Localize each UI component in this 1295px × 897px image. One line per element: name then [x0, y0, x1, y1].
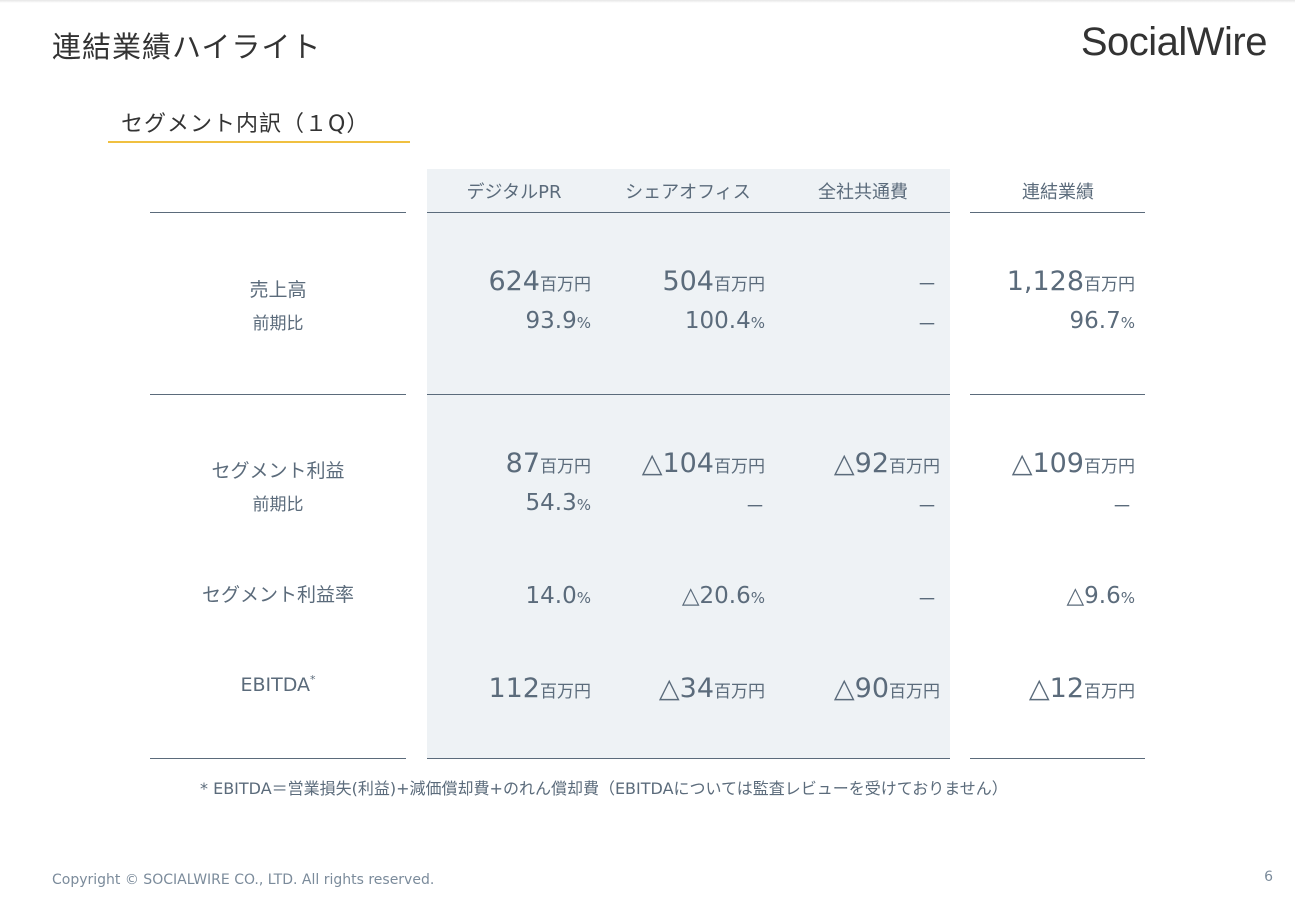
profit-yoy-digital-pr: 54.3% — [525, 490, 591, 516]
page-title: 連結業績ハイライト — [52, 30, 322, 64]
company-logo: SocialWire — [1080, 20, 1268, 64]
sales-yoy-consolidated: 96.7% — [1069, 308, 1135, 334]
copyright-text: Copyright © SOCIALWIRE CO., LTD. All rig… — [52, 872, 435, 888]
table-rule — [150, 212, 406, 213]
top-divider — [0, 0, 1295, 3]
margin-digital-pr: 14.0% — [525, 583, 591, 609]
table-rule — [427, 394, 950, 395]
table-rule — [970, 758, 1145, 759]
table-rule — [970, 212, 1145, 213]
ebitda-digital-pr: 112百万円 — [488, 673, 591, 704]
profit-digital-pr: 87百万円 — [505, 448, 591, 479]
table-rule — [150, 394, 406, 395]
margin-share-office: △20.6% — [681, 583, 765, 609]
column-header-consolidated: 連結業績 — [1022, 182, 1094, 203]
column-header-share-office: シェアオフィス — [625, 182, 751, 203]
table-rule — [427, 212, 950, 213]
profit-yoy-consolidated: － — [1112, 494, 1132, 518]
table-rule — [427, 758, 950, 759]
ebitda-consolidated: △12百万円 — [1028, 673, 1135, 704]
ebitda-footnote: * EBITDA＝営業損失(利益)+減価償却費+のれん償却費（EBITDAについ… — [200, 779, 1008, 798]
column-header-corporate-cost: 全社共通費 — [818, 182, 908, 203]
sales-yoy-digital-pr: 93.9% — [525, 308, 591, 334]
column-header-digital-pr: デジタルPR — [466, 182, 562, 203]
row-sublabel-yoy: 前期比 — [252, 314, 304, 334]
row-sublabel-yoy: 前期比 — [252, 495, 304, 515]
margin-consolidated: △9.6% — [1066, 583, 1135, 609]
sales-digital-pr: 624百万円 — [488, 266, 591, 297]
page-number: 6 — [1264, 869, 1273, 885]
margin-corporate-cost: － — [917, 587, 937, 611]
sales-corporate-cost: － — [917, 272, 937, 296]
table-rule — [150, 758, 406, 759]
subtitle-text: セグメント内訳（１Q） — [121, 112, 370, 137]
sales-yoy-share-office: 100.4% — [684, 308, 765, 334]
row-label-ebitda: EBITDA* — [240, 673, 316, 696]
row-label-sales: 売上高 — [249, 279, 307, 301]
ebitda-corporate-cost: △90百万円 — [833, 673, 940, 704]
section-subtitle: セグメント内訳（１Q） — [108, 104, 410, 143]
row-label-profit-margin: セグメント利益率 — [201, 584, 354, 606]
profit-corporate-cost: △92百万円 — [833, 448, 940, 479]
sales-yoy-corporate-cost: － — [917, 312, 937, 336]
profit-yoy-corporate-cost: － — [917, 494, 937, 518]
profit-share-office: △104百万円 — [641, 448, 765, 479]
profit-yoy-share-office: － — [745, 494, 765, 518]
sales-consolidated: 1,128百万円 — [1006, 266, 1135, 297]
table-rule — [970, 394, 1145, 395]
profit-consolidated: △109百万円 — [1011, 448, 1135, 479]
row-label-segment-profit: セグメント利益 — [211, 460, 345, 482]
sales-share-office: 504百万円 — [662, 266, 765, 297]
ebitda-share-office: △34百万円 — [658, 673, 765, 704]
